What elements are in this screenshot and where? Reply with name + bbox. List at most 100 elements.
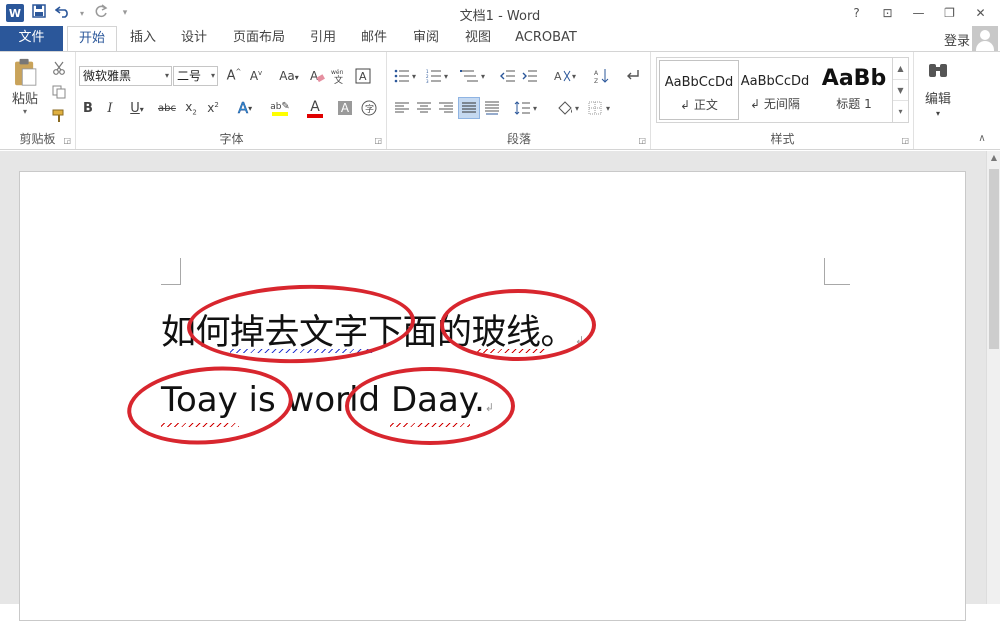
ribbon-display-options-button[interactable]: ⊡ (872, 2, 903, 24)
font-family-select[interactable]: 微软雅黑 ▾ (79, 66, 172, 86)
highlight-color-swatch (272, 112, 288, 116)
sort-button[interactable]: AZ (592, 66, 612, 86)
shrink-font-button[interactable]: Av (247, 66, 265, 86)
shading-button[interactable]: ▾ (554, 98, 584, 118)
style-no-spacing[interactable]: AaBbCcDd ↲ 无间隔 (735, 60, 815, 120)
vertical-scrollbar[interactable]: ▲ (986, 151, 1000, 604)
avatar[interactable] (972, 26, 998, 52)
distributed-button[interactable] (482, 98, 502, 118)
gallery-down-icon[interactable]: ▼ (893, 80, 908, 102)
grow-font-button[interactable]: A^ (225, 66, 243, 86)
underline-button[interactable]: U▾ (123, 98, 151, 118)
scroll-up-icon[interactable]: ▲ (987, 153, 1000, 162)
strikethrough-button[interactable]: abc (155, 98, 179, 118)
highlight-color-button[interactable]: ab✎ (265, 98, 295, 120)
tab-file[interactable]: 文件 (0, 26, 63, 51)
subscript-button[interactable]: x2 (181, 98, 201, 118)
clipboard-launcher-icon[interactable]: ◲ (63, 136, 71, 145)
align-left-button[interactable] (392, 98, 412, 118)
svg-text:A: A (554, 70, 562, 83)
grow-font-icon: A^ (226, 68, 242, 84)
tab-page-layout[interactable]: 页面布局 (224, 26, 294, 51)
superscript-icon: x2 (207, 101, 219, 115)
collapse-ribbon-icon[interactable]: ∧ (972, 130, 992, 146)
svg-text:3: 3 (426, 79, 429, 83)
cut-button[interactable] (49, 58, 69, 78)
paste-icon (15, 58, 37, 86)
svg-text:▾: ▾ (606, 104, 610, 113)
sort-icon: AZ (594, 69, 609, 84)
svg-text:A: A (310, 69, 319, 83)
svg-text:▾: ▾ (575, 104, 579, 113)
chinese-layout-button[interactable]: A ▾ (552, 66, 582, 86)
annotation-circle (440, 289, 596, 361)
document-page[interactable]: 如何掉去文字下面的玻线。↲ Toay is world Daay.↲ (19, 171, 966, 621)
editing-group[interactable]: 编辑 ▾ (915, 52, 961, 149)
copy-icon (52, 85, 66, 99)
gallery-more-icon[interactable]: ▾ (893, 101, 908, 122)
clipboard-group: 粘贴 ▾ 剪贴板 ◲ (0, 52, 76, 149)
align-left-icon (395, 102, 409, 113)
title-bar: W ▾ ▾ 文档1 - Word ? ⊡ — ❐ ✕ (0, 0, 1000, 26)
format-painter-icon (52, 109, 64, 122)
paste-button[interactable]: 粘贴 ▾ (6, 58, 44, 116)
enclose-characters-button[interactable]: 字 (359, 98, 379, 118)
tab-design[interactable]: 设计 (172, 26, 216, 51)
decrease-indent-button[interactable] (498, 66, 518, 86)
style-gallery-scroll: ▲ ▼ ▾ (893, 57, 909, 123)
font-launcher-icon[interactable]: ◲ (374, 136, 382, 145)
italic-button[interactable]: I (101, 98, 119, 118)
change-case-button[interactable]: Aa▾ (275, 66, 303, 86)
style-name: 标题 1 (836, 97, 872, 111)
bullets-button[interactable]: ▾ (392, 66, 422, 86)
tab-acrobat[interactable]: ACROBAT (508, 26, 584, 51)
style-preview: AaBbCcDd (664, 75, 734, 90)
phonetic-guide-button[interactable]: wén 文 (329, 66, 349, 86)
tab-references[interactable]: 引用 (302, 26, 344, 51)
scroll-thumb[interactable] (989, 169, 999, 349)
minimize-button[interactable]: — (903, 2, 934, 24)
multilevel-list-icon: ▾ (460, 70, 485, 82)
align-center-button[interactable] (414, 98, 434, 118)
increase-indent-button[interactable] (520, 66, 540, 86)
paragraph-launcher-icon[interactable]: ◲ (638, 136, 646, 145)
style-heading-1[interactable]: AaBb 标题 1 (815, 60, 893, 120)
numbering-button[interactable]: 1 2 3 ▾ (424, 66, 454, 86)
show-formatting-button[interactable] (622, 66, 642, 86)
copy-button[interactable] (49, 82, 69, 102)
text-effects-icon: A (237, 99, 249, 118)
clear-formatting-button[interactable]: A (307, 66, 327, 86)
text-effects-button[interactable]: A ▾ (231, 98, 259, 118)
svg-text:A: A (594, 70, 599, 77)
show-formatting-icon (627, 70, 639, 80)
help-button[interactable]: ? (841, 2, 872, 24)
justify-button[interactable] (458, 97, 480, 119)
borders-button[interactable]: ▾ (586, 98, 616, 118)
restore-button[interactable]: ❐ (934, 2, 965, 24)
editing-dropdown-icon: ▾ (935, 108, 940, 118)
close-button[interactable]: ✕ (965, 2, 996, 24)
annotation-circle (345, 367, 515, 445)
multilevel-list-button[interactable]: ▾ (458, 66, 490, 86)
tab-insert[interactable]: 插入 (120, 26, 166, 51)
styles-launcher-icon[interactable]: ◲ (901, 136, 909, 145)
align-right-button[interactable] (436, 98, 456, 118)
line-spacing-button[interactable]: ▾ (512, 98, 542, 118)
character-shading-button[interactable]: A (335, 98, 355, 118)
tab-review[interactable]: 审阅 (404, 26, 448, 51)
superscript-button[interactable]: x2 (203, 98, 223, 118)
tab-mailings[interactable]: 邮件 (352, 26, 396, 51)
format-painter-button[interactable] (49, 106, 69, 126)
font-color-button[interactable]: A (301, 98, 329, 120)
style-normal[interactable]: AaBbCcDd ↲ 正文 (659, 60, 739, 120)
sign-in-link[interactable]: 登录 (944, 30, 970, 49)
tab-view[interactable]: 视图 (456, 26, 500, 51)
bold-button[interactable]: B (79, 98, 97, 118)
character-border-button[interactable]: A (353, 66, 373, 86)
gallery-up-icon[interactable]: ▲ (893, 58, 908, 80)
tab-home[interactable]: 开始 (67, 26, 117, 52)
svg-text:▾: ▾ (481, 72, 485, 81)
margin-corner-right (824, 258, 850, 285)
font-size-select[interactable]: 二号 ▾ (173, 66, 218, 86)
font-size-value: 二号 (177, 69, 202, 83)
